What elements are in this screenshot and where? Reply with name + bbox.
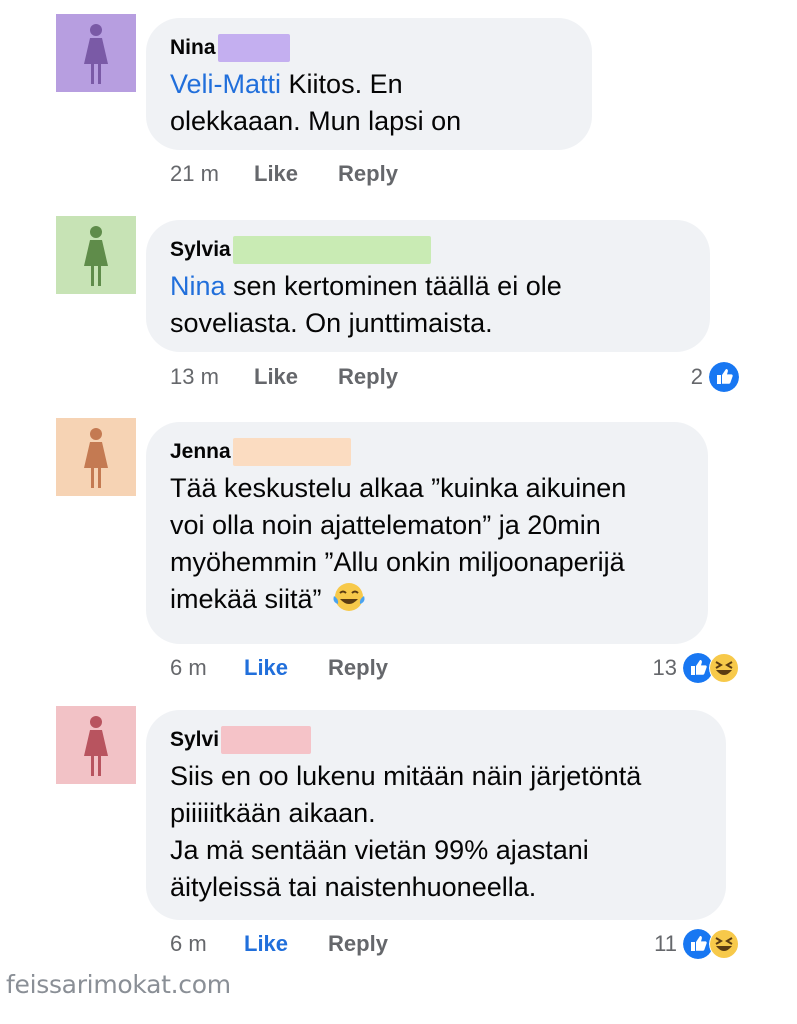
avatar[interactable]	[56, 706, 136, 784]
like-button[interactable]: Like	[254, 364, 298, 390]
reaction-summary[interactable]: 11	[654, 928, 739, 960]
like-button[interactable]: Like	[244, 655, 288, 681]
laughing-reaction-icon	[709, 653, 739, 683]
commenter-name[interactable]: Sylvia	[170, 238, 231, 262]
reply-button[interactable]: Reply	[328, 931, 388, 957]
reply-button[interactable]: Reply	[328, 655, 388, 681]
commenter-name[interactable]: Sylvi	[170, 728, 219, 752]
comment-actions: 13 m Like Reply	[170, 361, 438, 393]
laughing-reaction-icon	[709, 929, 739, 959]
comment-1: Nina Veli-Matti Kiitos. En olekkaaan. Mu…	[0, 0, 797, 200]
reaction-count: 11	[654, 931, 677, 956]
avatar[interactable]	[56, 418, 136, 496]
comment-text: Nina sen kertominen täällä ei ole soveli…	[170, 271, 562, 338]
comment-bubble: Nina Veli-Matti Kiitos. En olekkaaan. Mu…	[146, 18, 592, 150]
watermark: feissarimokat.com	[6, 970, 231, 999]
tears-of-joy-emoji	[333, 583, 365, 611]
reaction-count: 2	[690, 364, 703, 389]
mention-link[interactable]: Veli-Matti	[170, 69, 281, 99]
comment-bubble: Sylvi Siis en oo lukenu mitään näin järj…	[146, 710, 726, 920]
timestamp[interactable]: 21 m	[170, 161, 254, 187]
comment-text: Tää keskustelu alkaa ”kuinka aikuinen vo…	[170, 473, 627, 614]
redacted-surname	[232, 438, 351, 466]
like-button[interactable]: Like	[254, 161, 298, 187]
comment-actions: 6 m Like Reply	[170, 652, 428, 684]
reaction-summary[interactable]: 13	[653, 652, 739, 684]
comment-bubble: Sylvia Nina sen kertominen täällä ei ole…	[146, 220, 710, 352]
reply-button[interactable]: Reply	[338, 364, 398, 390]
timestamp[interactable]: 6 m	[170, 655, 244, 681]
reply-button[interactable]: Reply	[338, 161, 398, 187]
avatar[interactable]	[56, 216, 136, 294]
reaction-count: 13	[652, 655, 677, 680]
redacted-surname	[221, 726, 312, 754]
comment-2: Sylvia Nina sen kertominen täällä ei ole…	[0, 206, 797, 402]
thumbs-up-reaction-icon	[709, 362, 739, 392]
avatar[interactable]	[56, 14, 136, 92]
redacted-surname	[232, 236, 431, 264]
comment-4: Sylvi Siis en oo lukenu mitään näin järj…	[0, 702, 797, 972]
reaction-summary[interactable]: 2	[691, 361, 739, 393]
timestamp[interactable]: 13 m	[170, 364, 254, 390]
commenter-name[interactable]: Nina	[170, 36, 216, 60]
woman-silhouette-icon	[56, 706, 136, 784]
comment-bubble: Jenna Tää keskustelu alkaa ”kuinka aikui…	[146, 422, 708, 644]
commenter-name[interactable]: Jenna	[170, 440, 231, 464]
woman-silhouette-icon	[56, 216, 136, 294]
comment-actions: 6 m Like Reply	[170, 928, 428, 960]
mention-link[interactable]: Nina	[170, 271, 226, 301]
comment-text: Siis en oo lukenu mitään näin järjetöntä…	[170, 761, 642, 902]
comment-actions: 21 m Like Reply	[170, 158, 438, 190]
woman-silhouette-icon	[56, 418, 136, 496]
like-button[interactable]: Like	[244, 931, 288, 957]
woman-silhouette-icon	[56, 14, 136, 92]
redacted-surname	[217, 34, 290, 62]
comment-3: Jenna Tää keskustelu alkaa ”kuinka aikui…	[0, 408, 797, 698]
timestamp[interactable]: 6 m	[170, 931, 244, 957]
comment-text: Veli-Matti Kiitos. En olekkaaan. Mun lap…	[170, 69, 462, 136]
